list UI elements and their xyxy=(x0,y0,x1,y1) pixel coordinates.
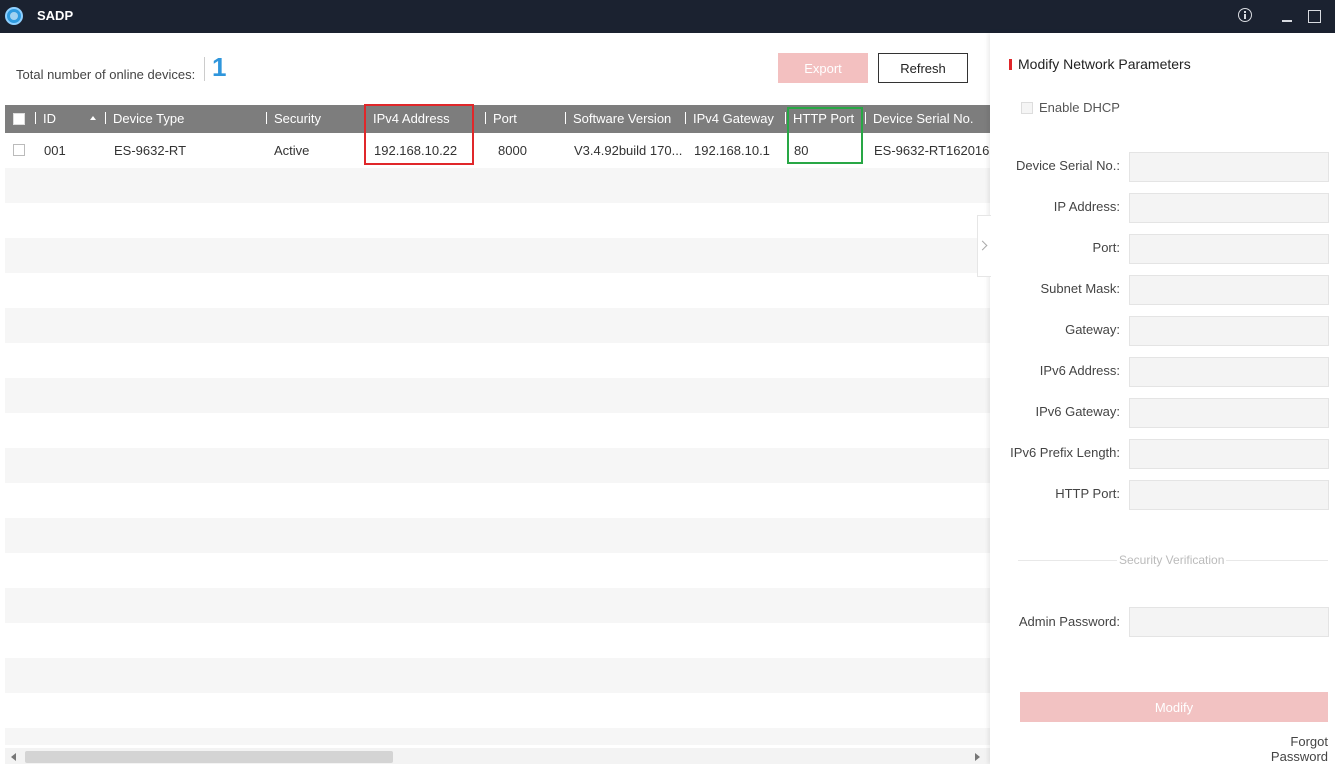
device-table: ID Device Type Security IPv4 Address Por… xyxy=(5,105,990,745)
info-icon[interactable] xyxy=(1238,8,1252,22)
cell-ipv4-gateway: 192.168.10.1 xyxy=(694,143,770,158)
cell-device-serial: ES-9632-RT1620161 xyxy=(874,143,990,158)
device-serial-label: Device Serial No.: xyxy=(1015,158,1120,173)
device-serial-field[interactable] xyxy=(1129,152,1329,182)
empty-row xyxy=(5,623,990,658)
empty-row xyxy=(5,168,990,203)
scroll-left-icon[interactable] xyxy=(11,753,16,761)
title-accent xyxy=(1009,59,1012,70)
empty-row xyxy=(5,308,990,343)
empty-row xyxy=(5,588,990,623)
gateway-label: Gateway: xyxy=(1065,322,1120,337)
chevron-right-icon[interactable] xyxy=(977,215,991,277)
app-logo-icon xyxy=(5,7,23,25)
minimize-icon[interactable] xyxy=(1279,8,1295,24)
ipv6-address-field[interactable] xyxy=(1129,357,1329,387)
highlight-ipv4-address xyxy=(364,104,474,165)
sort-ascending-icon[interactable] xyxy=(90,116,96,120)
empty-row xyxy=(5,553,990,588)
ip-address-field[interactable] xyxy=(1129,193,1329,223)
empty-row xyxy=(5,658,990,693)
admin-password-field[interactable] xyxy=(1129,607,1329,637)
gateway-field[interactable] xyxy=(1129,316,1329,346)
empty-row xyxy=(5,238,990,273)
ipv6-gateway-field[interactable] xyxy=(1129,398,1329,428)
forgot-password-link[interactable]: Forgot Password xyxy=(1230,734,1328,764)
ipv6-address-label: IPv6 Address: xyxy=(1039,363,1120,378)
row-checkbox[interactable] xyxy=(13,144,25,156)
app-title: SADP xyxy=(37,8,74,23)
highlight-http-port xyxy=(787,107,863,164)
panel-title: Modify Network Parameters xyxy=(1018,56,1191,72)
column-header-device-serial[interactable]: Device Serial No. xyxy=(865,105,973,133)
column-header-device-type[interactable]: Device Type xyxy=(105,105,184,133)
subnet-mask-field[interactable] xyxy=(1129,275,1329,305)
http-port-label: HTTP Port: xyxy=(1055,486,1120,501)
http-port-field[interactable] xyxy=(1129,480,1329,510)
column-header-port[interactable]: Port xyxy=(485,105,517,133)
title-bar: SADP xyxy=(0,0,1335,33)
divider xyxy=(204,57,205,81)
port-label: Port: xyxy=(1092,240,1120,255)
empty-row xyxy=(5,378,990,413)
empty-row xyxy=(5,413,990,448)
cell-port: 8000 xyxy=(498,143,527,158)
empty-row xyxy=(5,518,990,553)
cell-id: 001 xyxy=(44,143,66,158)
empty-row xyxy=(5,728,990,745)
empty-row xyxy=(5,448,990,483)
column-header-security[interactable]: Security xyxy=(266,105,321,133)
security-verification-heading: Security Verification xyxy=(1117,553,1227,567)
horizontal-scrollbar[interactable] xyxy=(5,748,990,764)
empty-row xyxy=(5,693,990,728)
enable-dhcp-checkbox[interactable] xyxy=(1021,102,1033,114)
admin-password-label: Admin Password: xyxy=(1018,614,1120,629)
maximize-icon[interactable] xyxy=(1306,8,1322,24)
export-button[interactable]: Export xyxy=(778,53,868,83)
modify-network-panel: Modify Network Parameters Enable DHCP De… xyxy=(990,33,1335,764)
ipv6-gateway-label: IPv6 Gateway: xyxy=(1035,404,1120,419)
column-header-ipv4-gateway[interactable]: IPv4 Gateway xyxy=(685,105,774,133)
column-header-id[interactable]: ID xyxy=(35,105,56,133)
modify-button[interactable]: Modify xyxy=(1020,692,1328,722)
total-devices-label: Total number of online devices: xyxy=(16,67,196,82)
refresh-button[interactable]: Refresh xyxy=(878,53,968,83)
total-devices-count: 1 xyxy=(212,52,227,82)
empty-row xyxy=(5,343,990,378)
scroll-right-icon[interactable] xyxy=(975,753,980,761)
select-all-checkbox[interactable] xyxy=(13,113,25,125)
cell-software-version: V3.4.92build 170... xyxy=(574,143,683,158)
cell-device-type: ES-9632-RT xyxy=(114,143,187,158)
ipv6-prefix-length-label: IPv6 Prefix Length: xyxy=(1010,445,1120,460)
scrollbar-thumb[interactable] xyxy=(25,751,393,763)
subnet-mask-label: Subnet Mask: xyxy=(1040,281,1121,296)
enable-dhcp-label: Enable DHCP xyxy=(1039,100,1120,115)
port-field[interactable] xyxy=(1129,234,1329,264)
ip-address-label: IP Address: xyxy=(1053,199,1120,214)
ipv6-prefix-length-field[interactable] xyxy=(1129,439,1329,469)
empty-row xyxy=(5,203,990,238)
empty-row xyxy=(5,483,990,518)
column-header-software-version[interactable]: Software Version xyxy=(565,105,671,133)
empty-row xyxy=(5,273,990,308)
cell-security: Active xyxy=(274,143,310,158)
